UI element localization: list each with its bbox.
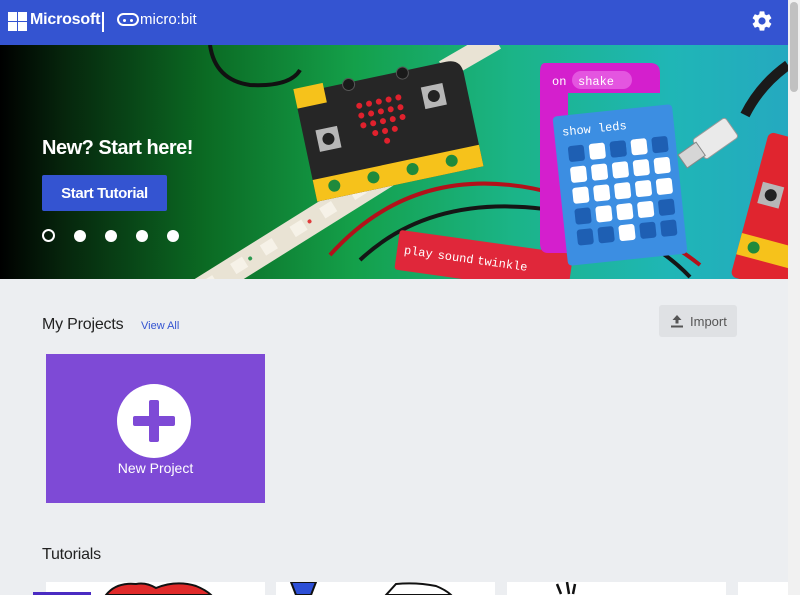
import-label: Import: [690, 314, 727, 329]
carousel-dot-5[interactable]: [167, 230, 179, 242]
scrollbar-thumb[interactable]: [790, 2, 798, 92]
hero-title: New? Start here!: [42, 137, 193, 159]
carousel-dot-2[interactable]: [74, 230, 86, 242]
tutorial-card[interactable]: [276, 582, 495, 595]
upload-icon: [671, 315, 683, 328]
import-button[interactable]: Import: [659, 305, 737, 337]
new-project-card[interactable]: New Project: [46, 354, 265, 503]
shake-block-label: shake: [578, 75, 614, 89]
tutorial-thumbnail: [289, 582, 453, 595]
tutorial-card[interactable]: [738, 582, 788, 595]
page-scrollbar[interactable]: [788, 0, 800, 595]
my-projects-title: My Projects: [42, 316, 124, 333]
hero-illustration: play sound twinkle on shake show leds: [159, 45, 788, 279]
gear-icon[interactable]: [750, 9, 774, 33]
plus-icon: [117, 384, 191, 458]
view-all-link[interactable]: View All: [141, 320, 179, 332]
tutorials-title: Tutorials: [42, 546, 101, 563]
carousel-dot-4[interactable]: [136, 230, 148, 242]
hero-banner: play sound twinkle on shake show leds Ne…: [0, 45, 788, 279]
carousel-dot-3[interactable]: [105, 230, 117, 242]
microbit-brand[interactable]: micro:bit: [140, 11, 197, 28]
brand-divider: [102, 12, 104, 32]
microsoft-brand: Microsoft: [30, 11, 101, 28]
carousel-dot-1[interactable]: [42, 229, 55, 242]
start-tutorial-button[interactable]: Start Tutorial: [42, 175, 167, 211]
tutorial-thumbnail: [555, 582, 577, 595]
on-block-label: on: [552, 75, 566, 89]
new-project-label: New Project: [117, 460, 194, 476]
microsoft-logo-icon: [8, 12, 28, 32]
microbit-logo-icon: [117, 13, 139, 26]
tutorial-card[interactable]: [507, 582, 726, 595]
top-bar: Microsoft micro:bit: [0, 0, 788, 45]
